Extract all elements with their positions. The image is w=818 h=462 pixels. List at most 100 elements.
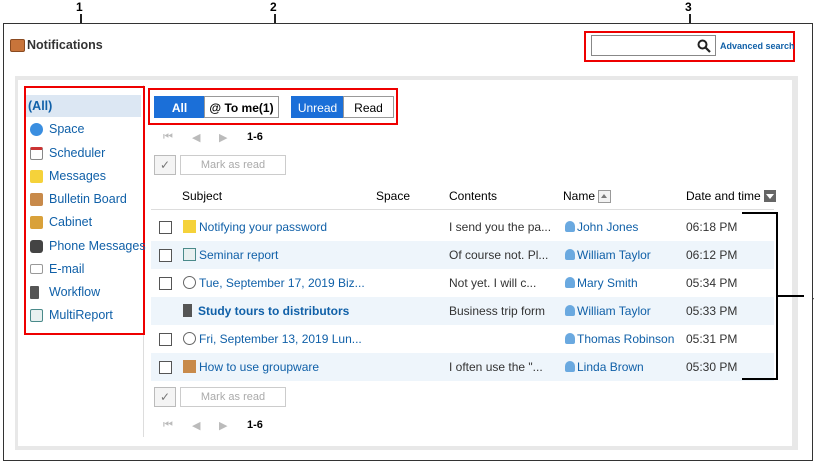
row-subject[interactable]: Tue, September 17, 2019 Biz...	[183, 269, 373, 297]
sidebar-item-label: (All)	[28, 99, 53, 113]
pager-prev-bottom[interactable]: ◀	[192, 419, 200, 432]
row-name[interactable]: William Taylor	[565, 241, 683, 269]
filter-all-tab[interactable]: All	[154, 96, 205, 118]
row-space	[376, 297, 446, 325]
sidebar-item-label: E-mail	[49, 262, 85, 276]
row-contents: Of course not. Pl...	[449, 248, 549, 262]
table-row[interactable]: How to use groupware I often use the "..…	[151, 353, 774, 381]
table-row[interactable]: Study tours to distributors Business tri…	[151, 297, 774, 325]
sidebar-item-label: Space	[49, 122, 85, 136]
user-icon	[565, 305, 575, 316]
sidebar-item-label: MultiReport	[49, 308, 113, 322]
column-name[interactable]: Name	[563, 189, 612, 203]
row-subject[interactable]: Study tours to distributors	[183, 297, 373, 325]
filter-read-tab[interactable]: Read	[343, 96, 394, 118]
row-contents: Not yet. I will c...	[449, 276, 537, 290]
table-row[interactable]: Tue, September 17, 2019 Biz... Not yet. …	[151, 269, 774, 297]
sidebar-item-messages[interactable]: Messages	[30, 166, 106, 186]
report-icon	[183, 248, 196, 261]
row-name[interactable]: Thomas Robinson	[565, 325, 683, 353]
filter-unread-tab[interactable]: Unread	[291, 96, 344, 118]
report-icon	[30, 308, 43, 322]
sidebar-item-label: Scheduler	[49, 146, 106, 160]
row-contents: Business trip form	[449, 304, 546, 318]
user-icon	[565, 249, 575, 260]
callout-4-bracket	[742, 212, 778, 380]
row-checkbox[interactable]	[159, 277, 172, 290]
sidebar-item-bulletin-board[interactable]: Bulletin Board	[30, 189, 127, 209]
pager-range: 1-6	[247, 131, 263, 143]
row-checkbox[interactable]	[159, 249, 172, 262]
column-date-label: Date and time	[686, 189, 761, 203]
callout-1: 1	[76, 0, 83, 14]
workflow-icon	[30, 285, 39, 299]
message-icon	[30, 169, 43, 183]
row-space	[376, 241, 446, 269]
sidebar-item-all[interactable]: (All)	[28, 96, 52, 116]
mark-as-read-button[interactable]: Mark as read	[180, 155, 286, 175]
notifications-icon	[10, 38, 25, 52]
row-subject[interactable]: Notifying your password	[183, 213, 373, 241]
search-icon[interactable]	[697, 39, 711, 53]
globe-icon	[30, 122, 43, 136]
row-subject[interactable]: Fri, September 13, 2019 Lun...	[183, 325, 373, 353]
cabinet-icon	[30, 215, 43, 229]
workflow-icon	[183, 304, 192, 317]
sidebar-item-space[interactable]: Space	[30, 119, 84, 139]
column-contents: Contents	[449, 189, 498, 203]
filter-to-me-tab[interactable]: @ To me(1)	[204, 96, 279, 118]
table-row[interactable]: Fri, September 13, 2019 Lun... Thomas Ro…	[151, 325, 774, 353]
advanced-search-link[interactable]: Advanced search	[720, 41, 795, 51]
row-name[interactable]: John Jones	[565, 213, 683, 241]
pager-first-bottom[interactable]: ⏮	[163, 419, 173, 432]
user-icon	[565, 221, 575, 232]
row-checkbox[interactable]	[159, 221, 172, 234]
row-name[interactable]: William Taylor	[565, 297, 683, 325]
sort-asc-icon[interactable]	[598, 189, 612, 203]
pager-prev[interactable]: ◀	[192, 131, 200, 144]
calendar-icon	[30, 146, 43, 160]
select-all-checkbox[interactable]: ✓	[154, 155, 176, 175]
table-row[interactable]: Seminar report Of course not. Pl... Will…	[151, 241, 774, 269]
table-row[interactable]: Notifying your password I send you the p…	[151, 213, 774, 241]
row-checkbox[interactable]	[159, 361, 172, 374]
row-name[interactable]: Linda Brown	[565, 353, 683, 381]
column-date[interactable]: Date and time	[686, 189, 776, 203]
pager-next[interactable]: ▶	[219, 131, 227, 144]
bulletin-board-icon	[30, 192, 43, 206]
page-header: Notifications	[10, 38, 103, 52]
sidebar-item-scheduler[interactable]: Scheduler	[30, 143, 105, 163]
callout-3: 3	[685, 0, 692, 14]
column-space: Space	[376, 189, 411, 203]
sidebar-item-phone-messages[interactable]: Phone Messages	[30, 236, 146, 256]
column-name-label: Name	[563, 189, 596, 203]
callout-2: 2	[270, 0, 277, 14]
row-contents: I often use the "...	[449, 360, 543, 374]
calendar-icon	[183, 276, 196, 289]
sidebar-item-workflow[interactable]: Workflow	[30, 282, 100, 302]
pager-next-bottom[interactable]: ▶	[219, 419, 227, 432]
search-input[interactable]	[591, 35, 716, 56]
sidebar-item-label: Phone Messages	[49, 239, 146, 253]
pager-first[interactable]: ⏮	[163, 131, 173, 144]
calendar-icon	[183, 332, 196, 345]
message-icon	[183, 220, 196, 233]
row-subject[interactable]: Seminar report	[183, 241, 373, 269]
callout-4-line	[778, 295, 804, 297]
sidebar-item-cabinet[interactable]: Cabinet	[30, 212, 92, 232]
envelope-icon	[30, 264, 43, 274]
row-space	[376, 213, 446, 241]
row-name[interactable]: Mary Smith	[565, 269, 683, 297]
select-all-checkbox-bottom[interactable]: ✓	[154, 387, 176, 407]
row-subject[interactable]: How to use groupware	[183, 353, 373, 381]
mark-as-read-button-bottom[interactable]: Mark as read	[180, 387, 286, 407]
sidebar-item-label: Messages	[49, 169, 106, 183]
row-checkbox[interactable]	[159, 333, 172, 346]
sidebar-item-email[interactable]: E-mail	[30, 259, 84, 279]
sidebar-item-multireport[interactable]: MultiReport	[30, 305, 113, 325]
pager-range-bottom: 1-6	[247, 419, 263, 431]
sidebar-item-label: Workflow	[49, 285, 101, 299]
row-space	[376, 269, 446, 297]
sort-desc-icon[interactable]	[763, 190, 776, 202]
user-icon	[565, 333, 575, 344]
